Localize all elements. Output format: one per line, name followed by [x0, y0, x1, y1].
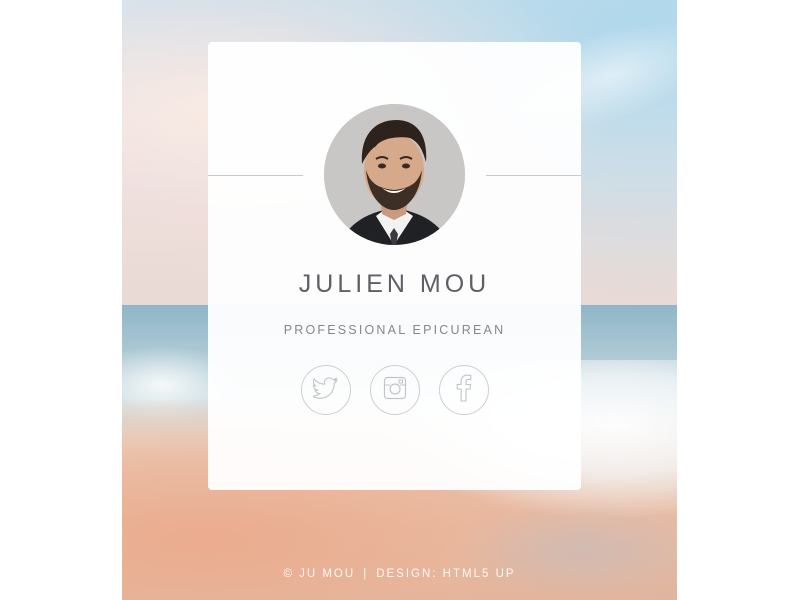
instagram-icon — [383, 376, 407, 405]
social-links — [208, 365, 581, 415]
wet-sand — [452, 500, 677, 600]
divider-right — [486, 175, 581, 176]
twitter-icon — [311, 376, 339, 404]
profile-tagline: PROFESSIONAL EPICUREAN — [283, 323, 506, 337]
divider-left — [208, 175, 303, 176]
profile-name: JULIEN MOU — [298, 270, 491, 298]
footer: © JU MOU | DESIGN: HTML5 UP — [122, 568, 677, 580]
footer-separator: | — [363, 568, 369, 580]
twitter-link[interactable] — [300, 365, 351, 415]
facebook-link[interactable] — [438, 365, 489, 415]
copyright-text: © JU MOU — [283, 568, 356, 580]
design-credit-link[interactable]: DESIGN: HTML5 UP — [376, 568, 515, 580]
instagram-link[interactable] — [369, 365, 420, 415]
profile-card: JULIEN MOU PROFESSIONAL EPICUREAN — [208, 42, 581, 490]
avatar — [324, 104, 465, 245]
facebook-icon — [456, 374, 472, 407]
